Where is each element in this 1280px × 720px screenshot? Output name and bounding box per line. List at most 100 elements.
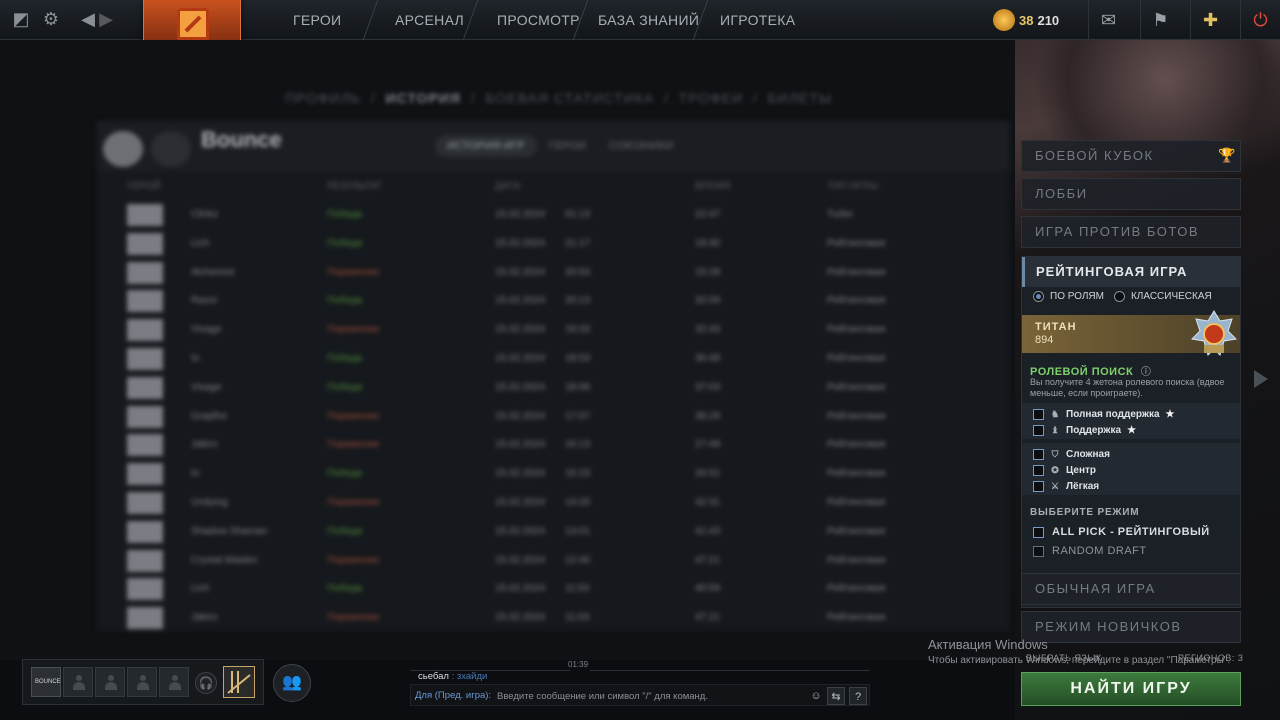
tab-heroes[interactable]: ГЕРОИ [537,135,598,157]
forward-arrow-icon[interactable]: ▶ [98,8,114,30]
subnav-history[interactable]: ИСТОРИЯ [386,90,461,106]
select-language-link[interactable]: ВЫБРАТЬ ЯЗЫК [1026,653,1102,663]
cell-type: Рейтинговая [827,266,886,278]
person-icon [169,675,181,691]
player-name: Bounce [201,127,282,152]
settings-gear-icon[interactable]: ⚙ [40,8,62,30]
table-row[interactable]: Io Победа 15.02.2024 15:23 26:51 Рейтинговая [121,460,991,488]
party-slot-empty[interactable] [159,667,189,697]
party-slot-empty[interactable] [127,667,157,697]
mode-random-draft-label: RANDOM DRAFT [1052,545,1147,557]
friends-group-icon[interactable]: 👥 [273,664,311,702]
subnav-tickets[interactable]: БИЛЕТЫ [768,90,833,106]
table-row[interactable]: Crystal Maiden Поражение 15.02.2024 12:40 47… [121,547,991,575]
cell-date: 15.02.2024 [495,353,546,364]
regions-label[interactable]: РЕГИОНОВ: 3 [1178,653,1243,663]
mail-icon[interactable]: ✉ [1088,0,1128,40]
radio-by-roles[interactable] [1033,291,1044,302]
nav-watch[interactable]: ПРОСМОТР [497,0,580,40]
cell-time: 40:59 [695,583,721,595]
role-mid[interactable]: ✪ Центр [1033,463,1096,477]
battle-cup-button[interactable]: БОЕВОЙ КУБОК 🏆 [1021,140,1241,172]
subnav-profile[interactable]: ПРОФИЛЬ [285,90,361,106]
table-row[interactable]: Io Победа 15.02.2024 18:53 36:48 Рейтинговая [121,345,991,373]
normal-game-button[interactable]: ОБЫЧНАЯ ИГРА [1021,573,1241,605]
nav-armory[interactable]: АРСЕНАЛ [395,0,464,40]
chat-input[interactable] [497,687,802,705]
cell-clock: 01:13 [565,209,591,220]
currency-display[interactable]: 38 210 [993,8,1059,32]
tab-match-history[interactable]: ИСТОРИЯ ИГР [435,135,537,157]
role-offlane-checkbox[interactable] [1033,448,1044,460]
avatar[interactable] [151,131,191,167]
cell-date: 15.02.2024 [495,583,546,595]
nav-learn[interactable]: БАЗА ЗНАНИЙ [598,0,699,40]
dota-plus-add-icon[interactable]: ✚ [1190,0,1230,40]
radio-by-roles-label: ПО РОЛЯМ [1050,291,1104,302]
nav-heroes[interactable]: ГЕРОИ [293,0,341,40]
find-game-button[interactable]: НАЙТИ ИГРУ [1021,672,1241,706]
table-row[interactable]: Jakiro Поражение 15.02.2024 11:03 47:21 Рейти… [121,604,991,632]
chat-wheel-icon[interactable]: ⇆ [827,687,845,705]
table-row[interactable]: Razor Победа 15.02.2024 20:13 32:09 Рейтингов… [121,287,991,315]
voice-headset-icon[interactable]: 🎧 [195,672,217,694]
table-row[interactable]: Alchemist Поражение 15.02.2024 20:53 15:28 Ре… [121,259,991,287]
table-row[interactable]: Lich Победа 15.02.2024 21:17 19:40 Рейтингова… [121,230,991,258]
person-icon [137,675,149,691]
gold-amount: 38 [1019,12,1034,28]
cell-hero: Clinkz [191,209,219,220]
tab-allies[interactable]: СОЮЗНИКИ [597,135,685,157]
mid-icon: ✪ [1051,465,1059,475]
role-offlane-label: Сложная [1066,448,1110,460]
chat-channel-label[interactable]: Для (Пред. игра): [415,690,491,701]
role-hard-support-checkbox[interactable] [1033,408,1044,420]
table-row[interactable]: Lich Победа 15.02.2024 11:53 40:59 Рейтингова… [121,575,991,603]
role-offlane[interactable]: ⛉ Сложная [1033,447,1110,461]
chat-input-bar: Для (Пред. игра): ☺ ⇆ ? [410,684,870,706]
cell-date: 15.02.2024 [495,295,546,307]
bots-button[interactable]: ИГРА ПРОТИВ БОТОВ [1021,216,1241,248]
subnav-stats[interactable]: БОЕВАЯ СТАТИСТИКА [485,90,654,106]
role-safelane[interactable]: ⚔ Лёгкая [1033,479,1099,493]
radio-classic[interactable] [1113,291,1125,302]
table-row[interactable]: Visage Поражение 15.02.2024 19:33 32:43 Рейти… [121,316,991,344]
cell-clock: 17:07 [565,410,591,422]
avatar[interactable]: BOUNCE [31,667,61,697]
emoji-icon[interactable]: ☺ [807,687,825,705]
lobby-button[interactable]: ЛОББИ [1021,178,1241,210]
party-slot-empty[interactable] [63,667,93,697]
dota-plus-icon[interactable]: ◩ [10,8,32,30]
mode-all-pick-checkbox[interactable] [1033,526,1044,538]
table-row[interactable]: Jakiro Поражение 15.02.2024 16:13 27:49 Рейти… [121,431,991,459]
table-row[interactable]: Grapfire Поражение 15.02.2024 17:07 38:29 Рей… [121,403,991,431]
subnav-trophies[interactable]: ТРОФЕИ [679,90,744,106]
role-safelane-label: Лёгкая [1066,480,1100,492]
mode-all-pick[interactable]: ALL PICK - РЕЙТИНГОВЫЙ [1033,526,1210,538]
table-row[interactable]: Visage Победа 15.02.2024 18:06 37:03 Рейтинго… [121,374,991,402]
mode-random-draft[interactable]: RANDOM DRAFT [1033,545,1147,557]
party-slot-empty[interactable] [95,667,125,697]
shards-amount: 210 [1037,12,1060,28]
role-hard-support[interactable]: ♞ Полная поддержка ★ [1033,407,1175,421]
power-quit-icon[interactable]: ⏻ [1240,0,1280,40]
role-mid-checkbox[interactable] [1033,464,1044,476]
cell-clock: 15:23 [565,468,591,480]
role-support-checkbox[interactable] [1033,424,1044,436]
role-safelane-checkbox[interactable] [1033,480,1044,492]
table-row[interactable]: Shadow Shaman Победа 15.02.2024 13:01 41:43 Р… [121,518,991,546]
cell-clock: 21:17 [565,237,591,249]
help-icon[interactable]: ? [849,687,867,705]
cell-hero: Razor [191,295,218,307]
table-row[interactable]: Undying Поражение 15.02.2024 14:20 42:31 Рейт… [121,489,991,517]
guild-banner-icon[interactable]: ⚑ [1140,0,1180,40]
table-row[interactable]: Clinkz Победа 15.02.2024 01:13 22:47 Turbo [121,201,991,229]
nav-arcade[interactable]: ИГРОТЕКА [720,0,795,40]
battle-pass-button[interactable] [223,666,255,698]
chat-sender[interactable]: сьебал [418,671,449,682]
back-arrow-icon[interactable]: ◀ [80,8,96,30]
ranked-title[interactable]: РЕЙТИНГОВАЯ ИГРА [1022,257,1240,287]
cell-time: 32:09 [695,295,721,307]
expand-panel-arrow-icon[interactable] [1254,370,1268,388]
mode-random-draft-checkbox[interactable] [1033,545,1044,557]
role-support[interactable]: ♝ Поддержка ★ [1033,423,1136,437]
